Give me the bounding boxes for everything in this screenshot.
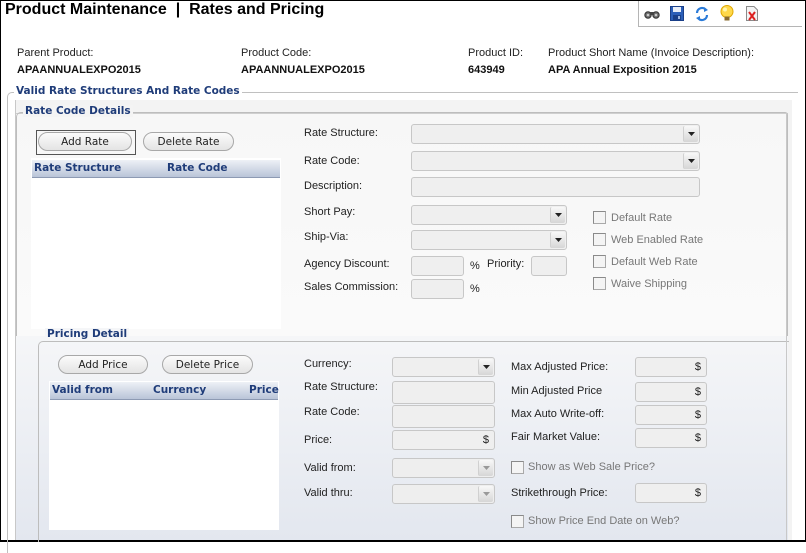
default-web-rate-label: Default Web Rate	[611, 256, 698, 268]
default-rate-checkbox[interactable]	[593, 211, 606, 224]
strikethrough-price-input[interactable]: $	[635, 483, 707, 503]
agency-discount-percent: %	[470, 260, 480, 272]
add-rate-button[interactable]: Add Rate	[38, 132, 132, 151]
pricing-detail-title: Pricing Detail	[45, 328, 130, 340]
chevron-down-icon[interactable]	[478, 359, 493, 375]
web-enabled-rate-checkbox[interactable]	[593, 233, 606, 246]
chevron-down-icon[interactable]	[478, 460, 493, 476]
default-rate-label: Default Rate	[611, 212, 673, 224]
price-input[interactable]: $	[392, 430, 495, 450]
rate-code-details-title: Rate Code Details	[23, 105, 133, 117]
chevron-down-icon[interactable]	[550, 232, 565, 248]
chevron-down-icon[interactable]	[478, 486, 493, 502]
delete-rate-button[interactable]: Delete Rate	[143, 132, 234, 151]
description-label: Description:	[304, 180, 363, 192]
pricing-rate-code-input[interactable]	[392, 405, 495, 428]
web-enabled-rate-label: Web Enabled Rate	[611, 234, 704, 246]
show-web-sale-price-label: Show as Web Sale Price?	[528, 461, 655, 473]
product-id-label: Product ID:	[468, 47, 524, 59]
pricing-rate-code-label: Rate Code:	[304, 406, 360, 418]
short-name-value: APA Annual Exposition 2015	[548, 64, 697, 76]
waive-shipping-label: Waive Shipping	[611, 278, 688, 290]
price-grid[interactable]	[49, 381, 279, 530]
rate-code-label: Rate Code:	[304, 155, 360, 167]
rate-grid[interactable]	[31, 158, 281, 329]
show-price-end-date-checkbox[interactable]	[511, 515, 524, 528]
agency-discount-label: Agency Discount:	[304, 258, 390, 270]
rate-structure-label: Rate Structure:	[304, 127, 378, 139]
currency-label: Currency:	[304, 358, 352, 370]
agency-discount-input[interactable]	[411, 256, 464, 276]
ship-via-label: Ship-Via:	[304, 231, 349, 243]
parent-product-value: APAANNUALEXPO2015	[17, 64, 141, 76]
price-grid-col-price[interactable]: Price	[249, 384, 279, 396]
price-grid-col-valid-from[interactable]: Valid from	[52, 384, 113, 396]
ship-via-select[interactable]	[411, 230, 567, 250]
description-input[interactable]	[411, 177, 700, 197]
max-adjusted-price-input[interactable]: $	[635, 357, 707, 377]
binoculars-icon[interactable]	[643, 5, 661, 23]
lightbulb-icon[interactable]	[718, 5, 736, 23]
report-icon[interactable]	[743, 5, 761, 23]
max-adjusted-currency-symbol: $	[694, 361, 701, 373]
priority-input[interactable]	[531, 256, 567, 276]
add-price-button[interactable]: Add Price	[58, 355, 148, 374]
rate-grid-col-rate-code[interactable]: Rate Code	[167, 162, 228, 174]
default-web-rate-checkbox[interactable]	[593, 255, 606, 268]
valid-thru-label: Valid thru:	[304, 487, 353, 499]
rate-grid-header: Rate Structure Rate Code	[32, 160, 280, 178]
valid-rate-structures-title: Valid Rate Structures And Rate Codes	[14, 85, 242, 97]
rate-grid-col-rate-structure[interactable]: Rate Structure	[34, 162, 121, 174]
right-divider	[786, 113, 787, 540]
max-writeoff-currency-symbol: $	[694, 409, 701, 421]
save-icon[interactable]	[668, 5, 686, 23]
fair-market-currency-symbol: $	[694, 432, 701, 444]
strikethrough-currency-symbol: $	[694, 487, 701, 499]
delete-price-button[interactable]: Delete Price	[162, 355, 253, 374]
show-web-sale-price-checkbox[interactable]	[511, 461, 524, 474]
sales-commission-input[interactable]	[411, 279, 464, 299]
product-code-value: APAANNUALEXPO2015	[241, 64, 365, 76]
refresh-icon[interactable]	[693, 5, 711, 23]
fair-market-value-label: Fair Market Value:	[511, 431, 601, 443]
valid-from-label: Valid from:	[304, 462, 356, 474]
fair-market-value-input[interactable]: $	[635, 428, 707, 448]
priority-label: Priority:	[487, 258, 525, 270]
show-price-end-date-label: Show Price End Date on Web?	[528, 515, 680, 527]
chevron-down-icon[interactable]	[683, 126, 698, 142]
chevron-down-icon[interactable]	[683, 153, 698, 169]
product-code-label: Product Code:	[241, 47, 312, 59]
product-id-value: 643949	[468, 64, 505, 76]
min-adjusted-price-label: Min Adjusted Price	[511, 385, 603, 397]
min-adjusted-price-input[interactable]: $	[635, 382, 707, 402]
max-auto-writeoff-input[interactable]: $	[635, 405, 707, 425]
price-grid-col-currency[interactable]: Currency	[153, 384, 206, 396]
pricing-rate-structure-input[interactable]	[392, 381, 495, 404]
page-title: Product Maintenance | Rates and Pricing	[5, 1, 325, 18]
max-auto-writeoff-label: Max Auto Write-off:	[511, 408, 605, 420]
price-grid-header: Valid from Currency Price	[50, 382, 279, 400]
valid-from-select[interactable]	[392, 458, 495, 478]
valid-thru-select[interactable]	[392, 484, 495, 504]
max-adjusted-price-label: Max Adjusted Price:	[511, 361, 609, 373]
sales-commission-percent: %	[470, 283, 480, 295]
currency-select[interactable]	[392, 357, 495, 377]
parent-product-label: Parent Product:	[17, 47, 94, 59]
price-currency-symbol: $	[482, 434, 489, 446]
rate-structure-select[interactable]	[411, 124, 700, 144]
min-adjusted-currency-symbol: $	[694, 386, 701, 398]
short-name-label: Product Short Name (Invoice Description)…	[548, 47, 755, 59]
toolbar	[638, 1, 802, 27]
short-pay-select[interactable]	[411, 205, 567, 225]
chevron-down-icon[interactable]	[550, 207, 565, 223]
strikethrough-price-label: Strikethrough Price:	[511, 487, 608, 499]
pricing-rate-structure-label: Rate Structure:	[304, 381, 378, 393]
price-label: Price:	[304, 434, 333, 446]
sales-commission-label: Sales Commission:	[304, 281, 399, 293]
waive-shipping-checkbox[interactable]	[593, 277, 606, 290]
short-pay-label: Short Pay:	[304, 206, 356, 218]
rate-code-select[interactable]	[411, 151, 700, 171]
